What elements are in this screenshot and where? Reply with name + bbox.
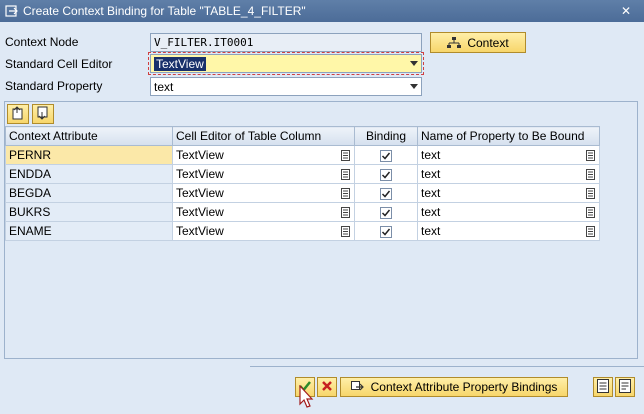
editor-cell[interactable]: TextView [172,202,355,222]
attribute-cell[interactable]: BUKRS [5,202,173,222]
context-node-label: Context Node [5,35,79,49]
insert-row-icon [11,105,25,123]
column-header-property[interactable]: Name of Property to Be Bound [417,126,600,146]
property-value: text [154,79,174,94]
binding-checkbox[interactable] [380,187,392,200]
property-label: Standard Property [5,79,103,93]
view-details-button[interactable] [593,377,613,397]
binding-cell [354,202,418,222]
title-bar: Create Context Binding for Table "TABLE_… [0,0,644,22]
binding-cell [354,145,418,165]
property-value: text [421,167,441,181]
property-value: text [421,224,441,238]
binding-checkbox[interactable] [380,149,392,162]
value-help-icon[interactable] [341,188,350,199]
close-icon[interactable]: ✕ [618,3,634,19]
bindings-icon [350,381,365,393]
value-help-icon[interactable] [341,169,350,180]
context-button-label: Context [467,35,509,50]
value-help-icon[interactable] [341,226,350,237]
property-cell[interactable]: text [417,221,600,241]
property-dropdown[interactable]: text [150,77,422,96]
binding-checkbox[interactable] [380,206,392,219]
property-cell[interactable]: text [417,202,600,222]
cell-editor-dropdown[interactable]: TextView [148,52,424,75]
chevron-down-icon[interactable] [410,61,418,66]
binding-cell [354,221,418,241]
table-row[interactable]: ENDDA TextView text [5,164,600,184]
editor-cell[interactable]: TextView [172,145,355,165]
window-title: Create Context Binding for Table "TABLE_… [23,4,306,18]
property-value: text [421,148,441,162]
footer-divider [250,366,644,368]
value-help-icon[interactable] [586,169,595,180]
editor-value: TextView [176,205,224,219]
check-icon [298,379,312,396]
binding-checkbox[interactable] [380,168,392,181]
cell-editor-label: Standard Cell Editor [5,57,113,71]
property-value: text [421,186,441,200]
delete-row-button[interactable] [32,104,54,124]
table-row[interactable]: ENAME TextView text [5,221,600,241]
chevron-down-icon[interactable] [410,84,418,89]
document-icon [619,378,631,396]
editor-cell[interactable]: TextView [172,221,355,241]
editor-value: TextView [176,186,224,200]
property-cell[interactable]: text [417,164,600,184]
binding-checkbox[interactable] [380,225,392,238]
property-value: text [421,205,441,219]
close-icon [321,380,333,395]
value-help-icon[interactable] [341,150,350,161]
delete-row-icon [36,106,50,123]
column-header-editor[interactable]: Cell Editor of Table Column [172,126,355,146]
binding-cell [354,183,418,203]
table-row[interactable]: PERNR TextView text [5,145,600,165]
binding-cell [354,164,418,184]
property-bindings-button[interactable]: Context Attribute Property Bindings [340,377,568,397]
editor-value: TextView [176,224,224,238]
cancel-button[interactable] [317,377,337,397]
insert-row-button[interactable] [7,104,29,124]
table-row[interactable]: BUKRS TextView text [5,202,600,222]
accept-button[interactable] [295,377,315,397]
column-header-attribute[interactable]: Context Attribute [5,126,173,146]
property-cell[interactable]: text [417,183,600,203]
table-row[interactable]: BEGDA TextView text [5,183,600,203]
editor-value: TextView [176,167,224,181]
binding-table: Context Attribute Cell Editor of Table C… [4,101,638,359]
value-help-icon[interactable] [586,188,595,199]
value-help-icon[interactable] [586,150,595,161]
editor-value: TextView [176,148,224,162]
value-help-icon[interactable] [586,207,595,218]
cell-editor-value: TextView [154,56,206,71]
create-icon [5,4,19,18]
attributes-table: Context Attribute Cell Editor of Table C… [5,126,600,241]
value-help-icon[interactable] [341,207,350,218]
value-help-icon[interactable] [586,226,595,237]
attribute-cell[interactable]: ENAME [5,221,173,241]
property-bindings-label: Context Attribute Property Bindings [370,380,558,394]
table-toolbar [5,102,637,126]
column-header-binding[interactable]: Binding [354,126,418,146]
print-button[interactable] [615,377,635,397]
property-cell[interactable]: text [417,145,600,165]
attribute-cell[interactable]: PERNR [5,145,173,165]
context-node-field[interactable]: V_FILTER.IT0001 [150,33,422,52]
attribute-cell[interactable]: ENDDA [5,164,173,184]
editor-cell[interactable]: TextView [172,183,355,203]
editor-cell[interactable]: TextView [172,164,355,184]
list-icon [597,378,609,396]
hierarchy-icon [447,36,462,49]
context-button[interactable]: Context [430,32,526,53]
attribute-cell[interactable]: BEGDA [5,183,173,203]
